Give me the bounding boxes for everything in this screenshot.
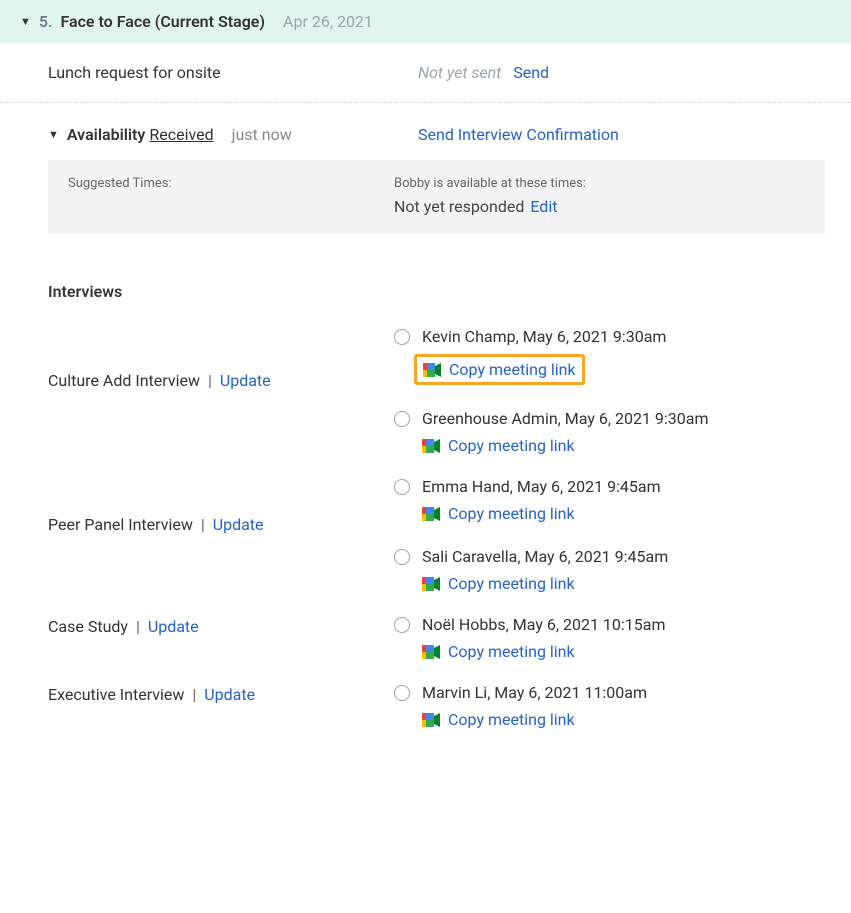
slots-col: Noël Hobbs, May 6, 2021 10:15am Copy mee… [394, 593, 851, 661]
send-link[interactable]: Send [513, 63, 549, 82]
interview-block: Culture Add Interview | UpdateKevin Cham… [0, 305, 851, 455]
lunch-request-row: Lunch request for onsite Not yet sent Se… [0, 43, 851, 103]
slots-col: Kevin Champ, May 6, 2021 9:30am Copy mee… [394, 305, 851, 455]
copy-meeting-row: Copy meeting link [422, 574, 851, 593]
google-meet-icon [422, 439, 440, 453]
copy-meeting-link[interactable]: Copy meeting link [449, 360, 576, 379]
interview-block: Executive Interview | UpdateMarvin Li, M… [0, 661, 851, 729]
google-meet-icon [423, 363, 441, 377]
interview-slot: Emma Hand, May 6, 2021 9:45am Copy meeti… [394, 477, 851, 523]
slot-label: Marvin Li, May 6, 2021 11:00am [422, 683, 647, 702]
slot-head: Marvin Li, May 6, 2021 11:00am [394, 683, 851, 702]
suggested-times-label: Suggested Times: [68, 176, 172, 191]
copy-meeting-link[interactable]: Copy meeting link [448, 504, 575, 523]
slot-radio[interactable] [394, 549, 410, 565]
copy-meeting-row: Copy meeting link [422, 642, 851, 661]
stage-title: Face to Face (Current Stage) [60, 12, 265, 31]
interview-slot: Greenhouse Admin, May 6, 2021 9:30am Cop… [394, 409, 851, 455]
copy-meeting-link[interactable]: Copy meeting link [448, 710, 575, 729]
google-meet-icon [422, 507, 440, 521]
copy-meeting-link[interactable]: Copy meeting link [448, 574, 575, 593]
separator: | [132, 617, 144, 636]
interview-block: Case Study | UpdateNoël Hobbs, May 6, 20… [0, 593, 851, 661]
slot-head: Kevin Champ, May 6, 2021 9:30am [394, 327, 851, 346]
availability-collapse-icon[interactable]: ▼ [48, 128, 59, 141]
slot-radio[interactable] [394, 685, 410, 701]
availability-label: Availability [67, 125, 145, 144]
interview-name-col: Case Study | Update [48, 593, 394, 661]
slot-head: Sali Caravella, May 6, 2021 9:45am [394, 547, 851, 566]
copy-meeting-row: Copy meeting link [422, 436, 851, 455]
availability-row: ▼ Availability Received just now Send In… [0, 103, 851, 160]
slot-label: Noël Hobbs, May 6, 2021 10:15am [422, 615, 665, 634]
interview-name: Executive Interview [48, 685, 184, 704]
update-link[interactable]: Update [148, 617, 199, 636]
stage-number: 5. [39, 12, 53, 31]
update-link[interactable]: Update [204, 685, 255, 704]
google-meet-icon [422, 645, 440, 659]
interview-block: Peer Panel Interview | UpdateEmma Hand, … [0, 455, 851, 593]
suggested-status: Not yet responded [394, 197, 524, 216]
slots-col: Marvin Li, May 6, 2021 11:00am Copy meet… [394, 661, 851, 729]
slots-col: Emma Hand, May 6, 2021 9:45am Copy meeti… [394, 455, 851, 593]
interview-slot: Noël Hobbs, May 6, 2021 10:15am Copy mee… [394, 615, 851, 661]
separator: | [204, 371, 216, 390]
edit-link[interactable]: Edit [530, 197, 557, 216]
stage-date: Apr 26, 2021 [283, 12, 373, 31]
lunch-label: Lunch request for onsite [48, 63, 221, 82]
interview-slot: Marvin Li, May 6, 2021 11:00am Copy meet… [394, 683, 851, 729]
slot-label: Kevin Champ, May 6, 2021 9:30am [422, 327, 666, 346]
interview-name: Peer Panel Interview [48, 515, 193, 534]
copy-meeting-row: Copy meeting link [422, 710, 851, 729]
stage-header: ▼ 5. Face to Face (Current Stage) Apr 26… [0, 0, 851, 43]
separator: | [197, 515, 209, 534]
availability-status: Received [149, 125, 213, 144]
slot-label: Emma Hand, May 6, 2021 9:45am [422, 477, 661, 496]
slot-head: Emma Hand, May 6, 2021 9:45am [394, 477, 851, 496]
interviews-heading: Interviews [0, 234, 851, 305]
update-link[interactable]: Update [220, 371, 271, 390]
slot-label: Sali Caravella, May 6, 2021 9:45am [422, 547, 668, 566]
slot-radio[interactable] [394, 411, 410, 427]
update-link[interactable]: Update [213, 515, 264, 534]
availability-when: just now [232, 125, 292, 144]
copy-meeting-row: Copy meeting link [414, 354, 585, 385]
send-confirmation-link[interactable]: Send Interview Confirmation [418, 125, 619, 144]
google-meet-icon [422, 577, 440, 591]
interview-slot: Sali Caravella, May 6, 2021 9:45am Copy … [394, 547, 851, 593]
slot-radio[interactable] [394, 479, 410, 495]
lunch-status: Not yet sent [418, 63, 501, 82]
interview-name-col: Culture Add Interview | Update [48, 305, 394, 455]
slot-label: Greenhouse Admin, May 6, 2021 9:30am [422, 409, 709, 428]
copy-meeting-link[interactable]: Copy meeting link [448, 436, 575, 455]
suggested-hint: Bobby is available at these times: [394, 176, 805, 191]
slot-head: Greenhouse Admin, May 6, 2021 9:30am [394, 409, 851, 428]
interview-name: Culture Add Interview [48, 371, 200, 390]
interview-name: Case Study [48, 617, 128, 636]
google-meet-icon [422, 713, 440, 727]
suggested-times-box: Suggested Times: Bobby is available at t… [48, 160, 825, 234]
slot-head: Noël Hobbs, May 6, 2021 10:15am [394, 615, 851, 634]
interview-name-col: Executive Interview | Update [48, 661, 394, 729]
copy-meeting-row: Copy meeting link [422, 504, 851, 523]
copy-meeting-link[interactable]: Copy meeting link [448, 642, 575, 661]
slot-radio[interactable] [394, 329, 410, 345]
slot-radio[interactable] [394, 617, 410, 633]
interview-slot: Kevin Champ, May 6, 2021 9:30am Copy mee… [394, 327, 851, 385]
interview-name-col: Peer Panel Interview | Update [48, 455, 394, 593]
separator: | [188, 685, 200, 704]
collapse-arrow-icon[interactable]: ▼ [20, 15, 31, 28]
